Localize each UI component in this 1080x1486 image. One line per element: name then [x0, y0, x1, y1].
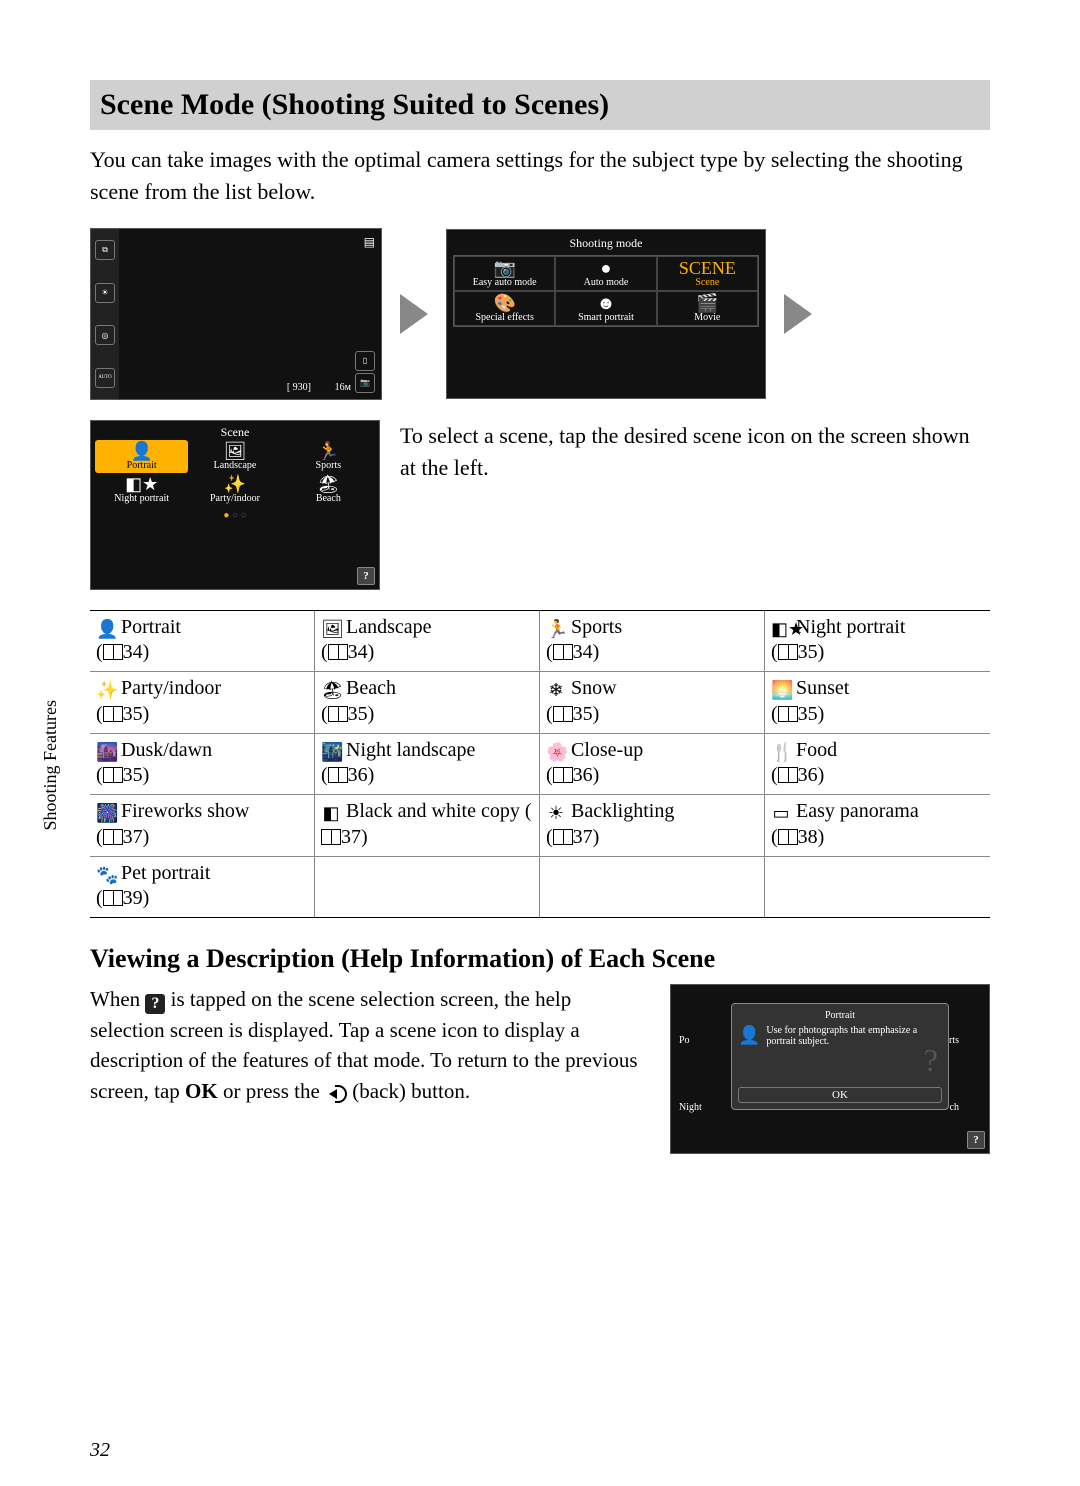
scene-beach[interactable]: 🏖Beach — [282, 473, 375, 506]
table-cell-night-portrait: ◧★ Night portrait(35) — [765, 611, 990, 672]
camera-icon[interactable]: 📷 — [355, 373, 375, 393]
screens-row-1: ⧉☀◎ᴬᵁᵀᴼ ▤ ▯ 16ᴍ [ 930] 📷 Shooting mode 📷… — [90, 228, 990, 400]
select-instruction: To select a scene, tap the desired scene… — [400, 420, 990, 484]
mode-movie[interactable]: 🎬Movie — [657, 291, 758, 326]
lcd-help-popup: Po rts Night ch Portrait 👤Use for photog… — [670, 984, 990, 1154]
lcd-viewfinder: ⧉☀◎ᴬᵁᵀᴼ ▤ ▯ 16ᴍ [ 930] 📷 — [90, 228, 382, 400]
help-description: When ? is tapped on the scene selection … — [90, 984, 646, 1106]
table-cell-easy-panorama: ▭ Easy panorama(38) — [765, 795, 990, 856]
table-cell-black-and-white-copy: ◧ Black and white copy (37) — [315, 795, 540, 856]
page-heading: Scene Mode (Shooting Suited to Scenes) — [90, 80, 990, 130]
table-cell-landscape: 🖼 Landscape(34) — [315, 611, 540, 672]
mode-scene[interactable]: SCENEScene — [657, 256, 758, 291]
lcd-scene-select: Scene 👤Portrait🖼Landscape🏃Sports◧★Night … — [90, 420, 380, 590]
table-cell-dusk-dawn: 🌆 Dusk/dawn(35) — [90, 734, 315, 795]
back-icon — [325, 1083, 347, 1101]
table-cell-portrait: 👤 Portrait(34) — [90, 611, 315, 672]
ok-button[interactable]: OK — [738, 1087, 942, 1103]
table-cell-beach: 🏖 Beach(35) — [315, 672, 540, 733]
lcd-shooting-mode: Shooting mode 📷Easy auto mode●Auto modeS… — [446, 229, 766, 399]
table-cell-party-indoor: ✨ Party/indoor(35) — [90, 672, 315, 733]
arrow-icon — [400, 294, 428, 334]
table-cell-sports: 🏃 Sports(34) — [540, 611, 765, 672]
scene-portrait[interactable]: 👤Portrait — [95, 440, 188, 473]
help-icon[interactable]: ? — [967, 1131, 985, 1149]
table-cell-food: 🍴 Food(36) — [765, 734, 990, 795]
mode-auto-mode[interactable]: ●Auto mode — [555, 256, 656, 291]
mode-special-effects[interactable]: 🎨Special effects — [454, 291, 555, 326]
help-icon: ? — [145, 994, 165, 1014]
page-number: 32 — [90, 1439, 110, 1462]
scene-sports[interactable]: 🏃Sports — [282, 440, 375, 473]
subheading: Viewing a Description (Help Information)… — [90, 944, 990, 974]
table-cell-pet-portrait: 🐾 Pet portrait(39) — [90, 857, 315, 918]
mode-smart-portrait[interactable]: ☻Smart portrait — [555, 291, 656, 326]
mode-easy-auto-mode[interactable]: 📷Easy auto mode — [454, 256, 555, 291]
table-cell-close-up: 🌸 Close-up(36) — [540, 734, 765, 795]
side-tab-label: Shooting Features — [40, 700, 61, 831]
table-cell-fireworks-show: 🎆 Fireworks show(37) — [90, 795, 315, 856]
intro-text: You can take images with the optimal cam… — [90, 144, 990, 208]
scene-party-indoor[interactable]: ✨Party/indoor — [188, 473, 281, 506]
help-icon[interactable]: ? — [357, 567, 375, 585]
table-cell-backlighting: ☀ Backlighting(37) — [540, 795, 765, 856]
table-cell-sunset: 🌅 Sunset(35) — [765, 672, 990, 733]
scene-landscape[interactable]: 🖼Landscape — [188, 440, 281, 473]
table-cell-snow: ❄ Snow(35) — [540, 672, 765, 733]
arrow-icon — [784, 294, 812, 334]
scene-table: 👤 Portrait(34)🖼 Landscape(34)🏃 Sports(34… — [90, 610, 990, 919]
table-cell-night-landscape: 🌃 Night landscape(36) — [315, 734, 540, 795]
scene-night-portrait[interactable]: ◧★Night portrait — [95, 473, 188, 506]
